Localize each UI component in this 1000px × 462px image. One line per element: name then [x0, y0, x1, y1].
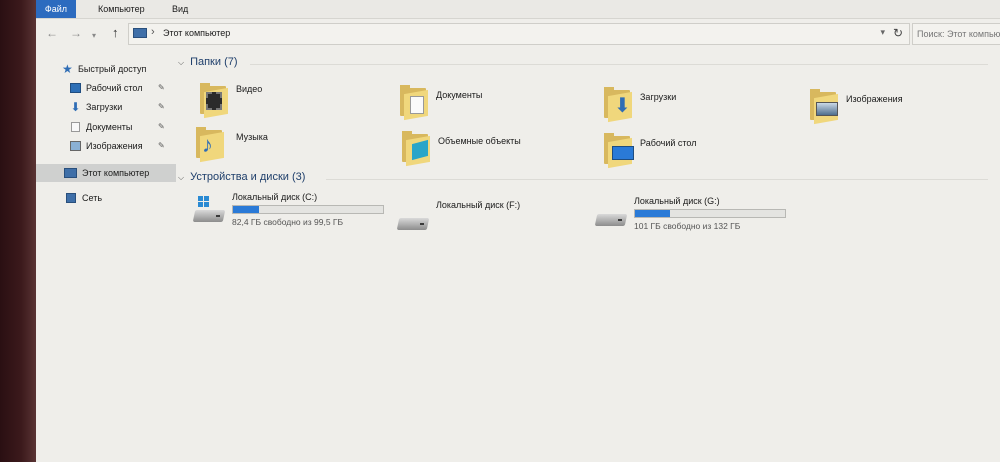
- breadcrumb-separator-icon[interactable]: ›: [151, 26, 155, 38]
- drive-usage-bar: [232, 205, 384, 214]
- navigation-pane: ★ Быстрый доступ Рабочий стол ✎ ⬇ Загруз…: [36, 54, 176, 462]
- this-pc-icon: [64, 168, 77, 178]
- drive-icon: [594, 208, 628, 228]
- ribbon-tabs: Файл Компьютер Вид: [36, 0, 1000, 19]
- folder-item-music[interactable]: ♪ Музыка: [196, 126, 396, 172]
- folder-name: Загрузки: [640, 92, 677, 102]
- sidebar-item-desktop[interactable]: Рабочий стол ✎: [36, 79, 176, 97]
- search-box[interactable]: [912, 23, 1000, 45]
- folders-group-header[interactable]: ⌵ Папки (7): [178, 56, 238, 68]
- sidebar-item-label: Изображения: [86, 141, 143, 151]
- videos-folder-icon: [200, 82, 228, 119]
- recent-locations-chevron-icon[interactable]: ▾: [92, 28, 96, 44]
- address-bar[interactable]: › Этот компьютер ▾ ↻: [128, 23, 910, 45]
- star-icon: ★: [62, 62, 73, 76]
- folder-name: Рабочий стол: [640, 138, 697, 148]
- windows-logo-icon: [198, 196, 210, 208]
- desktop-icon: [70, 83, 81, 93]
- sidebar-item-network[interactable]: Сеть: [36, 189, 176, 207]
- folder-name: Видео: [236, 84, 263, 94]
- pictures-icon: [70, 141, 81, 151]
- group-divider: [250, 64, 988, 65]
- sidebar-item-label: Загрузки: [86, 102, 123, 112]
- system-drive-icon: [192, 196, 226, 224]
- folder-item-downloads[interactable]: ⬇ Загрузки: [604, 86, 804, 132]
- folder-name: Изображения: [846, 94, 903, 104]
- sidebar-item-label: Рабочий стол: [86, 83, 143, 93]
- sidebar-item-label: Сеть: [82, 193, 103, 203]
- folders-group-title: Папки (7): [190, 56, 238, 68]
- drive-item-g[interactable]: Локальный диск (G:) 101 ГБ свободно из 1…: [594, 196, 826, 242]
- folder-name: Музыка: [236, 132, 268, 142]
- folder-name: Объемные объекты: [438, 136, 521, 146]
- pin-icon[interactable]: ✎: [158, 98, 165, 116]
- pin-icon[interactable]: ✎: [158, 79, 165, 97]
- folder-item-documents[interactable]: Документы: [400, 84, 600, 130]
- breadcrumb-this-pc[interactable]: Этот компьютер: [163, 28, 230, 38]
- group-divider: [326, 179, 988, 180]
- drive-free-space: 101 ГБ свободно из 132 ГБ: [634, 221, 741, 231]
- tab-computer[interactable]: Компьютер: [88, 0, 155, 18]
- tab-file[interactable]: Файл: [36, 0, 76, 18]
- file-explorer-window: Файл Компьютер Вид ← → ▾ ↑ › Этот компью…: [36, 0, 1000, 462]
- folder-name: Документы: [436, 90, 483, 100]
- drive-free-space: 82,4 ГБ свободно из 99,5 ГБ: [232, 217, 344, 227]
- up-arrow-icon[interactable]: ↑: [112, 25, 119, 41]
- downloads-icon: ⬇: [70, 100, 81, 114]
- pin-icon[interactable]: ✎: [158, 137, 165, 155]
- back-arrow-icon[interactable]: ←: [46, 25, 58, 41]
- drive-name: Локальный диск (C:): [232, 192, 318, 202]
- sidebar-item-pictures[interactable]: Изображения ✎: [36, 137, 176, 155]
- drive-item-c[interactable]: Локальный диск (C:) 82,4 ГБ свободно из …: [192, 192, 424, 238]
- drive-name: Локальный диск (F:): [436, 200, 521, 210]
- chevron-down-icon[interactable]: ⌵: [178, 173, 184, 182]
- chevron-down-icon[interactable]: ⌵: [178, 58, 184, 67]
- folder-item-3d-objects[interactable]: Объемные объекты: [402, 130, 602, 176]
- network-icon: [66, 193, 76, 203]
- desktop-folder-icon: [604, 132, 634, 169]
- documents-icon: [71, 122, 80, 132]
- sidebar-item-label: Этот компьютер: [82, 168, 150, 178]
- sidebar-item-quick-access[interactable]: ★ Быстрый доступ: [36, 60, 176, 78]
- pin-icon[interactable]: ✎: [158, 118, 165, 136]
- pictures-folder-icon: [810, 88, 838, 125]
- sidebar-item-downloads[interactable]: ⬇ Загрузки ✎: [36, 98, 176, 116]
- search-input[interactable]: [913, 25, 1000, 43]
- folder-item-videos[interactable]: Видео: [200, 82, 400, 128]
- forward-arrow-icon[interactable]: →: [70, 25, 82, 41]
- sidebar-item-label: Быстрый доступ: [78, 64, 147, 74]
- folder-item-desktop[interactable]: Рабочий стол: [604, 132, 804, 178]
- tab-view[interactable]: Вид: [162, 0, 198, 18]
- downloads-folder-icon: ⬇: [604, 86, 632, 123]
- music-folder-icon: ♪: [196, 126, 224, 163]
- drive-usage-bar: [634, 209, 786, 218]
- address-dropdown-icon[interactable]: ▾: [880, 27, 885, 38]
- drive-item-f[interactable]: Локальный диск (F:): [396, 200, 628, 246]
- this-pc-icon: [133, 28, 147, 38]
- drive-name: Локальный диск (G:): [634, 196, 720, 206]
- refresh-icon[interactable]: ↻: [893, 26, 903, 40]
- drive-icon: [396, 212, 430, 232]
- navigation-bar: ← → ▾ ↑ › Этот компьютер ▾ ↻: [36, 20, 1000, 48]
- 3d-objects-folder-icon: [402, 130, 430, 167]
- drives-group-title: Устройства и диски (3): [190, 171, 306, 183]
- monitor-bezel: [0, 0, 36, 462]
- drives-group-header[interactable]: ⌵ Устройства и диски (3): [178, 171, 305, 183]
- folder-item-pictures[interactable]: Изображения: [810, 88, 1000, 134]
- sidebar-item-label: Документы: [86, 122, 133, 132]
- sidebar-item-this-pc[interactable]: Этот компьютер: [36, 164, 176, 182]
- sidebar-item-documents[interactable]: Документы ✎: [36, 118, 176, 136]
- documents-folder-icon: [400, 84, 428, 121]
